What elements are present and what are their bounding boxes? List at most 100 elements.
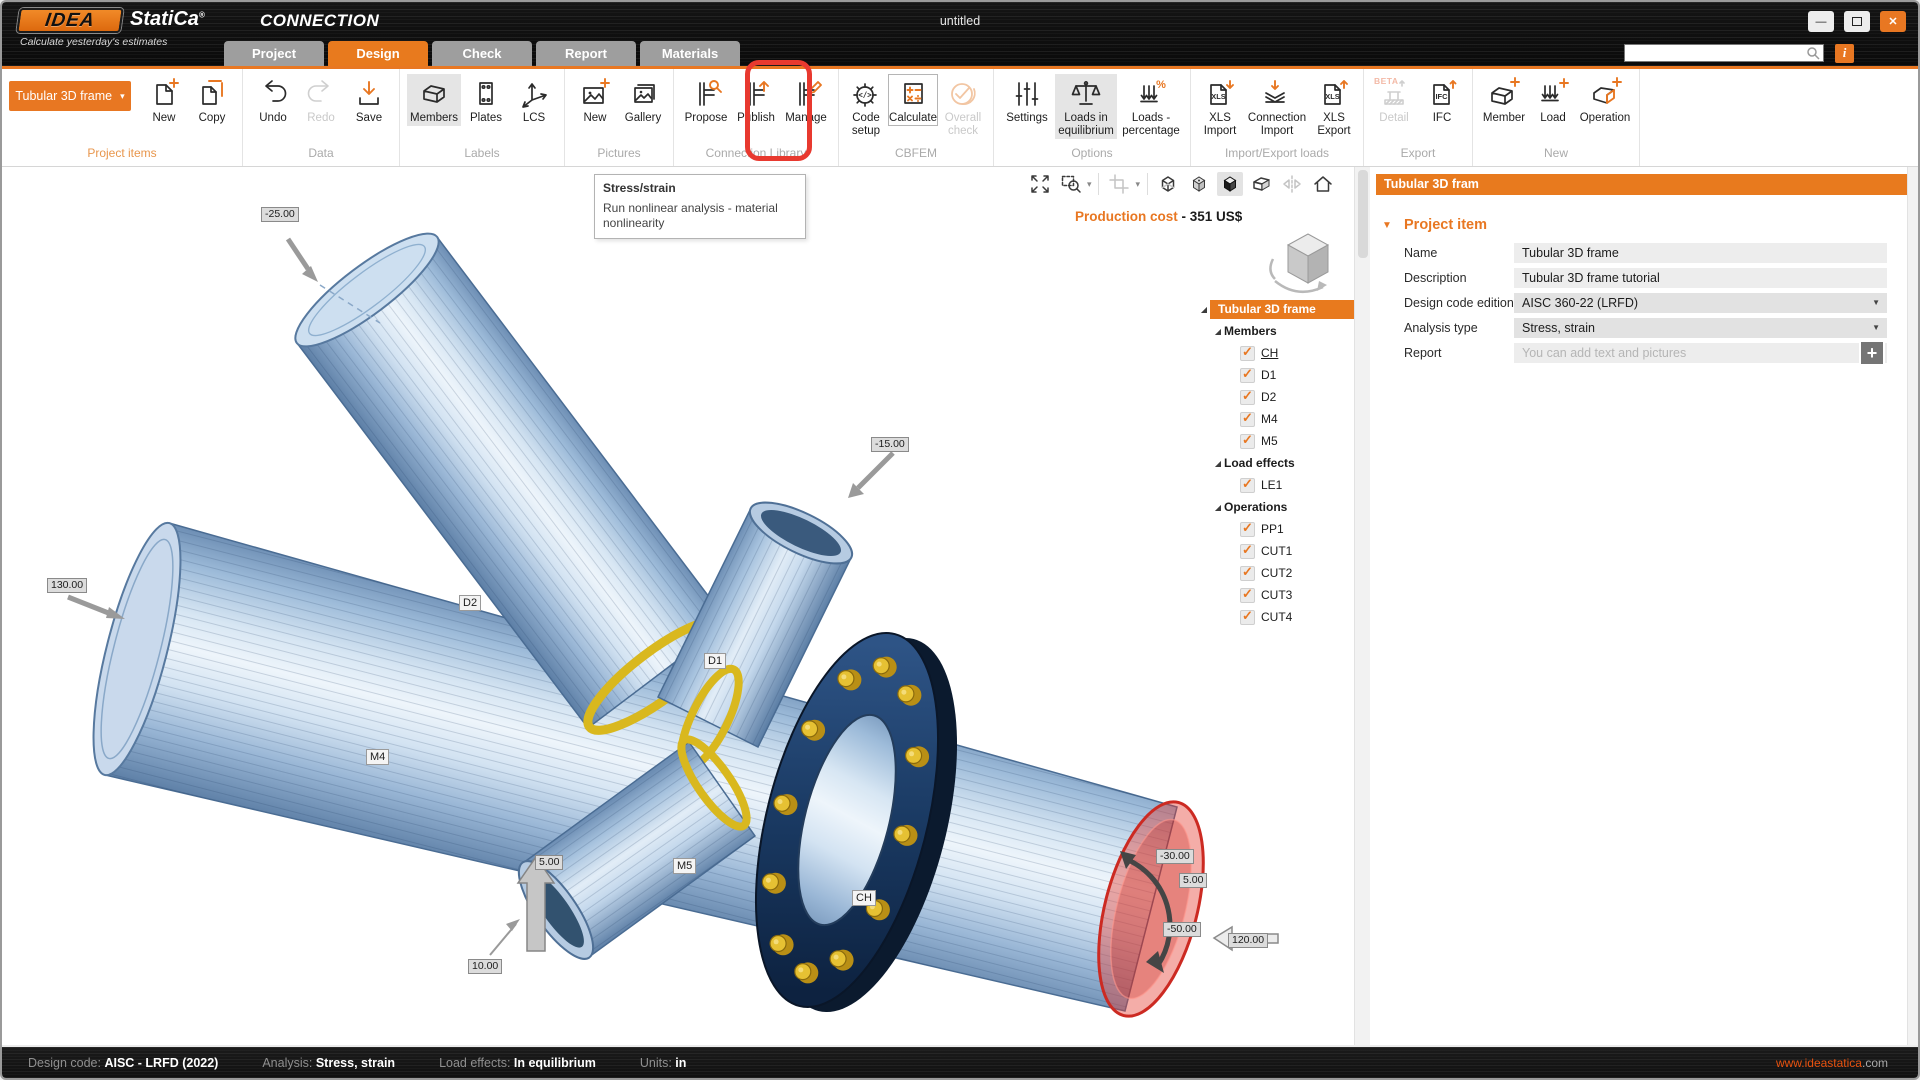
- tab-check[interactable]: Check: [432, 41, 532, 66]
- ribbon-button-member[interactable]: Member: [1480, 74, 1528, 126]
- ribbon-button-code-setup[interactable]: </> Code setup: [846, 74, 886, 139]
- ribbon-button-label: Code setup: [851, 112, 881, 138]
- ribbon-button-undo[interactable]: Undo: [250, 74, 296, 126]
- checkbox-checked-icon[interactable]: [1240, 542, 1255, 559]
- field-name[interactable]: Tubular 3D frame: [1514, 243, 1887, 263]
- save-icon: [352, 77, 386, 111]
- chevron-down-icon[interactable]: ▾: [1087, 179, 1092, 190]
- ribbon-button-new[interactable]: New: [572, 74, 618, 126]
- member-label-ch[interactable]: CH: [852, 890, 876, 906]
- select-design-code-edition[interactable]: AISC 360-22 (LRFD) ▼: [1514, 293, 1887, 313]
- ribbon-button-members[interactable]: Members: [407, 74, 461, 127]
- ribbon-group-label: CBFEM: [895, 146, 937, 160]
- ribbon-button-save[interactable]: Save: [346, 74, 392, 126]
- ribbon-button-connection-import[interactable]: Connection Import: [1244, 74, 1310, 139]
- tree-item-cut1[interactable]: CUT1: [1198, 540, 1354, 562]
- ribbon-button-lcs[interactable]: LCS: [511, 74, 557, 126]
- ribbon-button-new[interactable]: New: [141, 74, 187, 126]
- view-cube[interactable]: [1261, 225, 1347, 309]
- tree-item-ch[interactable]: CH: [1198, 342, 1354, 364]
- tree-item-cut4[interactable]: CUT4: [1198, 606, 1354, 628]
- tab-design[interactable]: Design: [328, 41, 428, 66]
- minimize-button[interactable]: —: [1808, 11, 1834, 32]
- checkbox-checked-icon[interactable]: [1240, 366, 1255, 383]
- tree-item-m5[interactable]: M5: [1198, 430, 1354, 452]
- tree-section-load-effects[interactable]: ◢ Load effects: [1198, 452, 1354, 474]
- wire-cube-icon[interactable]: [1155, 172, 1181, 196]
- chevron-down-icon[interactable]: ▾: [1135, 179, 1140, 190]
- tab-project[interactable]: Project: [224, 41, 324, 66]
- ribbon-button-propose[interactable]: Propose: [681, 74, 731, 126]
- tree-item-le1[interactable]: LE1: [1198, 474, 1354, 496]
- select-analysis-type[interactable]: Stress, strain ▼: [1514, 318, 1887, 338]
- production-cost-label: Production cost: [1075, 209, 1178, 224]
- ribbon-button-loads-percentage[interactable]: % Loads - percentage: [1119, 74, 1183, 139]
- ribbon-button-loads-in-equilibrium[interactable]: Loads in equilibrium: [1055, 74, 1117, 140]
- tree-item-d2[interactable]: D2: [1198, 386, 1354, 408]
- tree-item-cut2[interactable]: CUT2: [1198, 562, 1354, 584]
- tree-section-members[interactable]: ◢ Members: [1198, 320, 1354, 342]
- property-label: Description: [1404, 271, 1467, 285]
- maximize-button[interactable]: [1844, 11, 1870, 32]
- tree-item-cut3[interactable]: CUT3: [1198, 584, 1354, 606]
- section-cube-icon[interactable]: [1248, 172, 1274, 196]
- expander-icon[interactable]: ◢: [1212, 503, 1224, 512]
- member-label-d1[interactable]: D1: [704, 653, 727, 669]
- ribbon-button-xls-export[interactable]: XLS XLS Export: [1312, 74, 1356, 139]
- tree-section-operations[interactable]: ◢ Operations: [1198, 496, 1354, 518]
- member-label-d2[interactable]: D2: [459, 595, 482, 611]
- tree-item-m4[interactable]: M4: [1198, 408, 1354, 430]
- tree-root-tubular-3d-frame[interactable]: Tubular 3D frame: [1210, 299, 1354, 319]
- member-label-m4[interactable]: M4: [366, 749, 390, 765]
- property-label: Design code edition: [1404, 296, 1514, 310]
- checkbox-checked-icon[interactable]: [1240, 608, 1255, 625]
- tree-item-pp1[interactable]: PP1: [1198, 518, 1354, 540]
- ribbon-button-settings[interactable]: Settings: [1001, 74, 1053, 126]
- tab-report[interactable]: Report: [536, 41, 636, 66]
- ribbon-button-ifc[interactable]: IFC IFC: [1419, 74, 1465, 126]
- chevron-down-icon[interactable]: ▼: [1872, 318, 1880, 338]
- ribbon-button-plates[interactable]: Plates: [463, 74, 509, 126]
- section-collapse-icon[interactable]: ▼: [1382, 220, 1404, 231]
- search-box[interactable]: [1624, 44, 1824, 62]
- checkbox-checked-icon[interactable]: [1240, 432, 1255, 449]
- chevron-down-icon[interactable]: ▼: [1872, 293, 1880, 313]
- ribbon-button-calculate[interactable]: Calculate: [888, 74, 938, 127]
- home-icon[interactable]: [1310, 172, 1336, 196]
- checkbox-checked-icon[interactable]: [1240, 388, 1255, 405]
- zoom-window-icon[interactable]: [1058, 172, 1084, 196]
- xls-import-icon: XLS: [1203, 77, 1237, 111]
- search-input[interactable]: [1625, 47, 1805, 59]
- website-link[interactable]: www.ideastatica.com: [1776, 1056, 1888, 1070]
- checkbox-checked-icon[interactable]: [1240, 564, 1255, 581]
- expander-icon[interactable]: ◢: [1212, 459, 1224, 468]
- field-report[interactable]: You can add text and pictures +: [1514, 340, 1887, 366]
- fullscreen-icon[interactable]: [1027, 172, 1053, 196]
- ghost-cube-icon[interactable]: [1186, 172, 1212, 196]
- tree-item-d1[interactable]: D1: [1198, 364, 1354, 386]
- info-button[interactable]: i: [1835, 44, 1854, 63]
- checkbox-checked-icon[interactable]: [1240, 476, 1255, 493]
- field-description[interactable]: Tubular 3D frame tutorial: [1514, 268, 1887, 288]
- checkbox-checked-icon[interactable]: [1240, 410, 1255, 427]
- panel-scrollbar[interactable]: [1907, 167, 1918, 1045]
- close-button[interactable]: ✕: [1880, 11, 1906, 32]
- ribbon-group-label: Import/Export loads: [1224, 146, 1330, 160]
- ribbon-button-gallery[interactable]: Gallery: [620, 74, 666, 126]
- ribbon-button-operation[interactable]: Operation: [1578, 74, 1632, 126]
- member-label-m5[interactable]: M5: [673, 858, 697, 874]
- checkbox-checked-icon[interactable]: [1240, 344, 1255, 361]
- add-report-content-button[interactable]: +: [1859, 340, 1885, 366]
- ribbon-button-load[interactable]: Load: [1530, 74, 1576, 126]
- ribbon-button-xls-import[interactable]: XLS XLS Import: [1198, 74, 1242, 139]
- project-item-selector[interactable]: Tubular 3D frame ▾: [9, 81, 131, 111]
- viewport-scrollbar[interactable]: [1354, 167, 1370, 1045]
- tab-materials[interactable]: Materials: [640, 41, 740, 66]
- checkbox-checked-icon[interactable]: [1240, 520, 1255, 537]
- solid-cube-icon[interactable]: [1217, 172, 1243, 196]
- checkbox-checked-icon[interactable]: [1240, 586, 1255, 603]
- expander-icon[interactable]: ◢: [1212, 327, 1224, 336]
- expander-icon[interactable]: ◢: [1198, 305, 1210, 314]
- viewport-3d[interactable]: ▾ ▾ Production cost - 351 US$ ◢ Tubular 3D…: [8, 167, 1354, 1045]
- ribbon-button-copy[interactable]: Copy: [189, 74, 235, 126]
